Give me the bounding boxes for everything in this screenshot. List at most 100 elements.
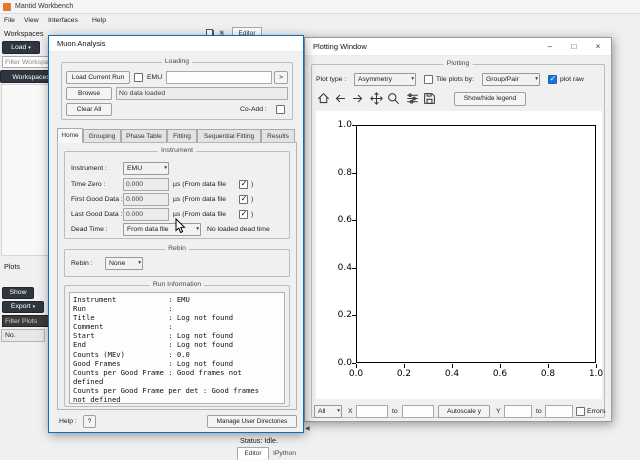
plot-axes[interactable] [356, 125, 596, 363]
rebin-select[interactable]: None ▾ [105, 257, 143, 270]
manage-user-directories-button[interactable]: Manage User Directories [207, 415, 297, 428]
x-max-input[interactable] [402, 405, 434, 418]
co-add-checkbox[interactable] [276, 105, 285, 114]
run-information-box: Instrument : EMU Run : Title : Log not f… [69, 292, 285, 404]
load-current-run-button[interactable]: Load Current Run [66, 71, 130, 84]
chevron-down-icon: ▾ [337, 408, 340, 414]
tab-sequential-fitting[interactable]: Sequential Fitting [197, 129, 261, 143]
plot-type-label: Plot type : [316, 76, 347, 83]
tab-phase-table[interactable]: Phase Table [121, 129, 167, 143]
time-zero-from-file-checkbox[interactable]: ✓ [239, 179, 248, 189]
back-icon[interactable] [333, 91, 349, 107]
close-icon[interactable]: × [587, 38, 609, 55]
rebin-label: Rebin : [71, 260, 93, 267]
last-good-from-file-checkbox[interactable]: ✓ [239, 209, 248, 219]
tile-by-select[interactable]: Group/Pair ▾ [482, 73, 540, 86]
time-zero-units: µs (From data file [173, 181, 227, 188]
figure-canvas[interactable]: 1.0 0.8 0.6 0.4 0.2 0.0 0.0 0.2 0.4 0.6 … [316, 111, 603, 399]
tile-plots-checkbox[interactable] [424, 75, 433, 84]
x-min-input[interactable] [356, 405, 388, 418]
run-information-text: Instrument : EMU Run : Title : Log not f… [73, 295, 260, 404]
forward-icon[interactable] [350, 91, 366, 107]
plot-type-select[interactable]: Asymmetry ▾ [354, 73, 416, 86]
browse-button[interactable]: Browse [66, 87, 112, 100]
plot-raw-label: plot raw [560, 76, 584, 83]
console-tab-ipython[interactable]: IPython [273, 447, 296, 460]
y-max-input[interactable] [545, 405, 573, 418]
errors-label: Errors [587, 408, 606, 415]
y-min-input[interactable] [504, 405, 532, 418]
help-button[interactable]: ? [83, 415, 96, 428]
chevron-down-icon: ▾ [411, 76, 414, 82]
chevron-down-icon: ▾ [32, 304, 36, 310]
instrument-label: Instrument : [71, 165, 107, 172]
first-good-data-field[interactable] [123, 193, 169, 206]
show-plot-button[interactable]: Show [2, 287, 34, 299]
loading-group-label: Loading [161, 58, 193, 65]
instrument-value: EMU [127, 165, 143, 172]
pan-icon[interactable] [369, 91, 385, 107]
run-information-group: Run Information Instrument : EMU Run : T… [64, 281, 290, 407]
tab-home[interactable]: Home [57, 128, 83, 143]
tab-fitting[interactable]: Fitting [167, 129, 197, 143]
loading-group: Loading Load Current Run EMU > Browse Cl… [61, 58, 293, 120]
x-tick-label: 0.4 [439, 364, 465, 379]
first-good-from-file-checkbox[interactable]: ✓ [239, 194, 248, 204]
menu-help[interactable]: Help [92, 14, 106, 27]
dead-time-select[interactable]: From data file ▾ [123, 223, 201, 236]
time-zero-paren: ) [251, 181, 254, 188]
tab-results[interactable]: Results [261, 129, 295, 143]
y-to-label: to [536, 408, 542, 415]
y-tick-label: 0.8 [322, 168, 356, 178]
dead-time-label: Dead Time : [71, 226, 108, 233]
x-tick-label: 0.6 [487, 364, 513, 379]
muon-titlebar[interactable]: Muon Analysis [49, 36, 303, 52]
zoom-icon[interactable] [386, 91, 402, 107]
run-number-input[interactable] [166, 71, 272, 84]
menu-view[interactable]: View [24, 14, 39, 27]
app-icon [3, 3, 11, 11]
home-tab-panel: Instrument Instrument : EMU ▾ Time Zero … [57, 142, 297, 410]
plot-selector[interactable]: All ▾ [314, 405, 342, 418]
tile-by-value: Group/Pair [486, 76, 519, 83]
maximize-icon[interactable]: □ [563, 38, 585, 55]
errors-checkbox[interactable] [576, 407, 585, 416]
x-range-label: X [348, 408, 353, 415]
clear-all-button[interactable]: Clear All [66, 103, 112, 116]
help-label: Help : [59, 418, 77, 425]
first-good-data-label: First Good Data : [71, 196, 123, 203]
plot-selector-value: All [318, 408, 326, 415]
load-run-checkbox[interactable] [134, 73, 143, 82]
y-range-label: Y [496, 408, 501, 415]
home-icon[interactable] [316, 91, 332, 107]
plots-table-header-no: No. [1, 329, 45, 342]
y-tick-label: 1.0 [322, 120, 356, 130]
collapse-left-icon[interactable]: ◀ [305, 425, 310, 433]
x-tick-label: 1.0 [583, 364, 609, 379]
instrument-select[interactable]: EMU ▾ [123, 162, 169, 175]
load-workspace-button[interactable]: Load ▾ [2, 41, 40, 54]
status-text: Status: Idle. [240, 436, 278, 445]
plotting-titlebar[interactable]: Plotting Window – □ × [305, 38, 611, 56]
export-plot-button[interactable]: Export ▾ [2, 301, 44, 313]
muon-window-title: Muon Analysis [57, 39, 106, 48]
workspaces-title: Workspaces [4, 29, 44, 38]
menu-file[interactable]: File [4, 14, 15, 27]
export-plot-label: Export [10, 303, 31, 310]
next-run-button[interactable]: > [274, 71, 288, 84]
save-icon[interactable] [422, 91, 438, 107]
last-good-data-field[interactable] [123, 208, 169, 221]
autoscale-y-button[interactable]: Autoscale y [438, 405, 490, 418]
minimize-icon[interactable]: – [539, 38, 561, 55]
tab-grouping[interactable]: Grouping [83, 129, 121, 143]
sliders-icon[interactable] [405, 91, 421, 107]
chevron-down-icon: ▾ [196, 226, 199, 232]
y-tick-label: 0.0 [322, 358, 356, 368]
console-tab-editor[interactable]: Editor [237, 447, 269, 460]
menu-interfaces[interactable]: Interfaces [48, 14, 78, 27]
screen: Mantid Workbench File View Interfaces He… [0, 0, 640, 460]
plot-raw-checkbox[interactable]: ✓ [548, 74, 557, 84]
loaded-file-field[interactable] [116, 87, 288, 100]
time-zero-field[interactable] [123, 178, 169, 191]
show-hide-legend-button[interactable]: Show/hide legend [454, 92, 526, 106]
